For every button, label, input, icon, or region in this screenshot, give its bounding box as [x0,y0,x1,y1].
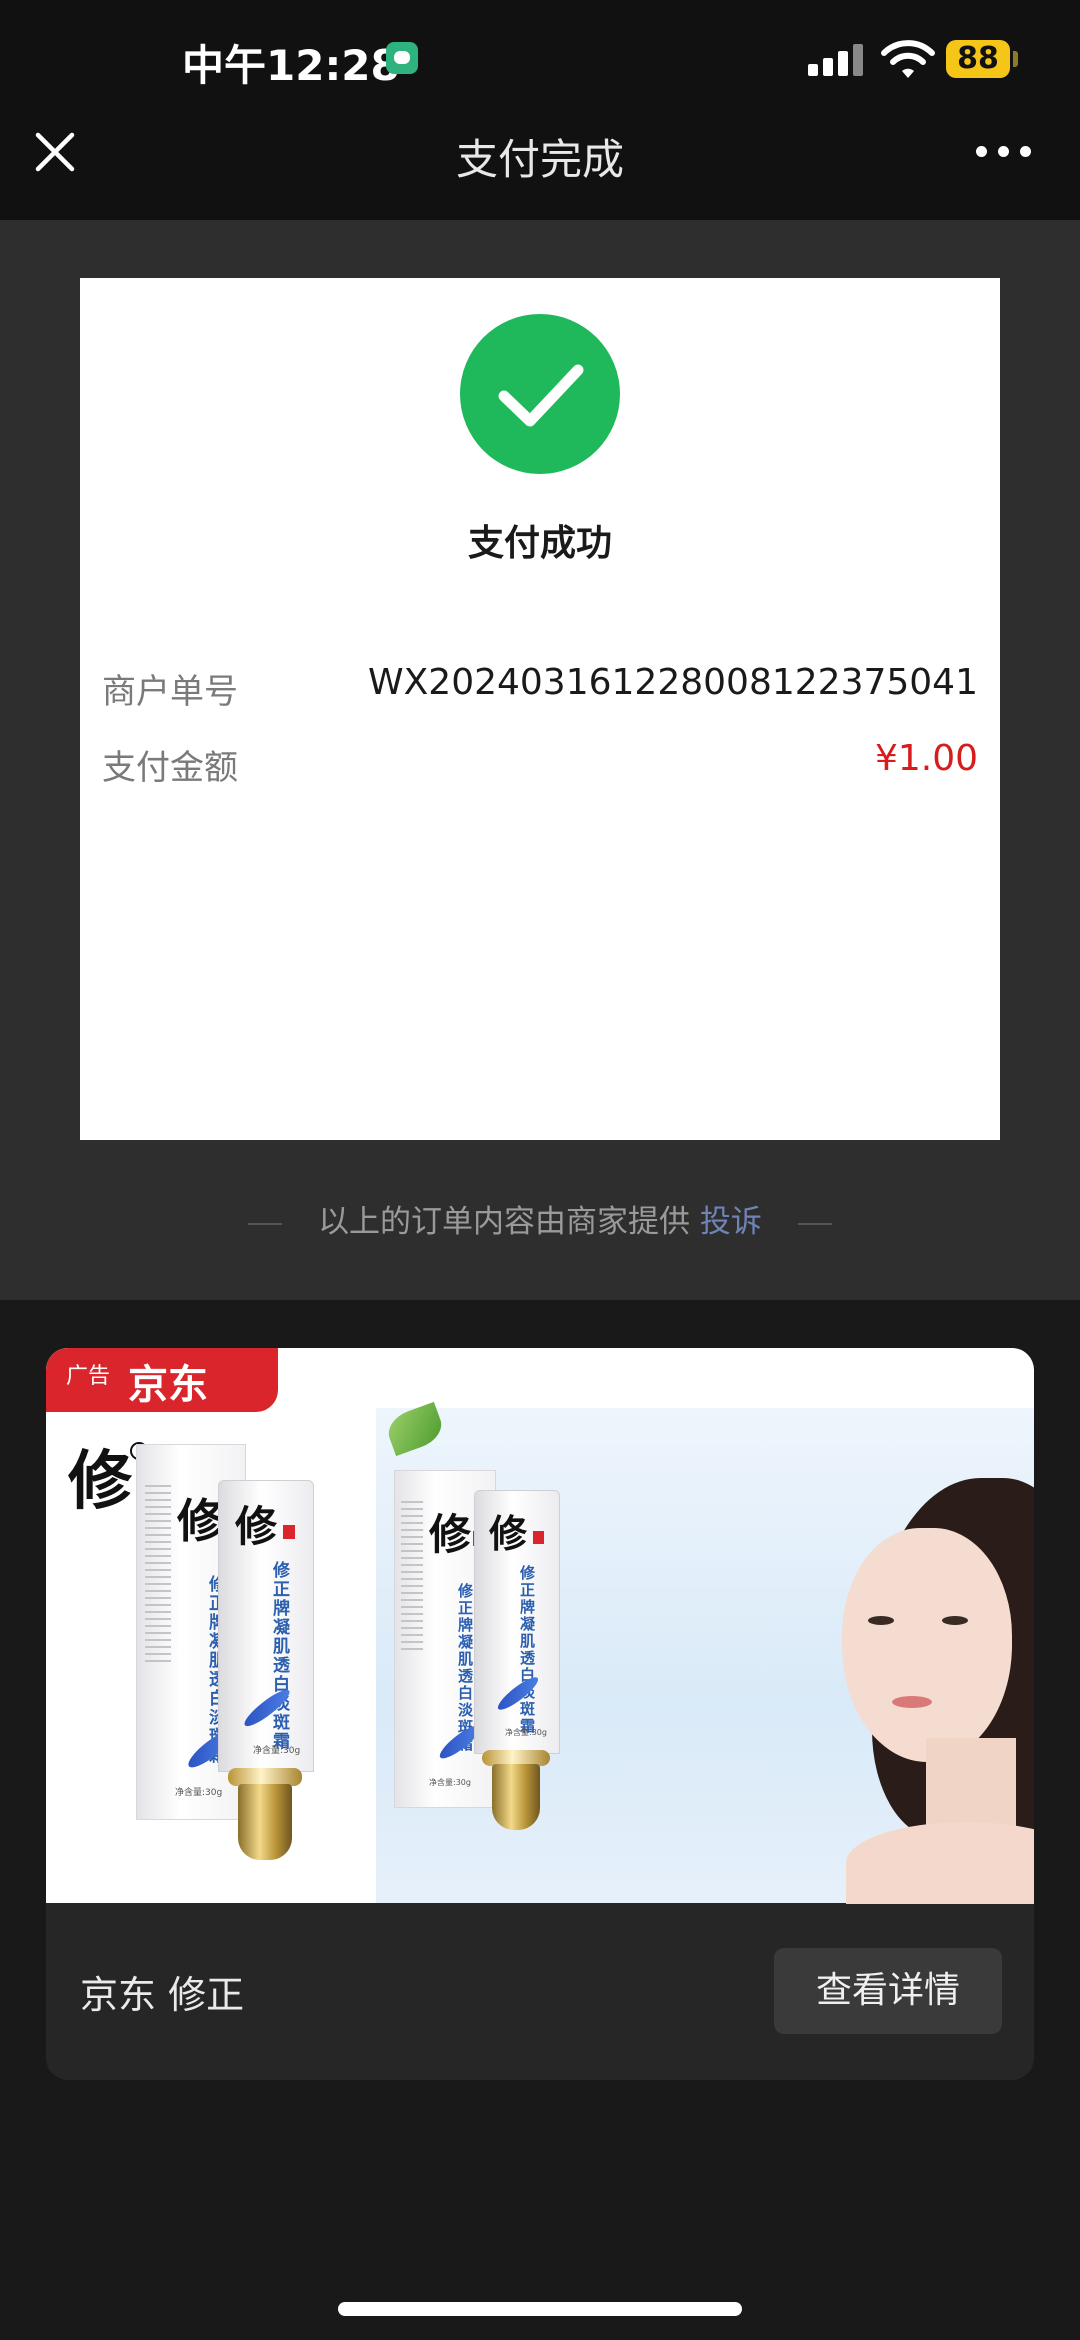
ad-card[interactable]: 修 修 修正牌凝肌透白淡斑霜 净含量:30g 修 修正牌凝肌透白淡斑霜 净含量:… [46,1348,1034,2080]
box-logo: 修 [177,1494,223,1548]
box-logo: 修 [429,1510,472,1559]
tube-net-weight: 净含量:30g [253,1746,301,1756]
wechat-notification-icon [386,42,418,74]
more-icon[interactable] [976,140,1032,164]
ad-label: 广告 [66,1364,111,1389]
tube-net-weight: 净含量:30g [505,1728,547,1737]
payment-status: 支付成功 [467,523,612,564]
tube-cap [492,1764,540,1830]
tube-product-name: 修正牌凝肌透白淡斑霜 [269,1561,289,1751]
ad-brand: 京东 [128,1362,208,1408]
status-time: 中午12:28 [182,41,400,90]
cellular-signal-icon [808,44,864,76]
tube-stamp [533,1531,544,1544]
success-icon [460,314,620,474]
footnote-text: 以上的订单内容由商家提供 [318,1204,691,1240]
divider [797,1222,832,1225]
ad-title: 京东 修正 [80,1973,245,2017]
product-tube: 修 修正牌凝肌透白淡斑霜 净含量:30g [474,1490,560,1754]
ad-image[interactable]: 修 修 修正牌凝肌透白淡斑霜 净含量:30g 修 修正牌凝肌透白淡斑霜 净含量:… [46,1348,1034,1904]
ad-badge: 广告 京东 [46,1348,278,1412]
model-lips [892,1696,932,1708]
tube-product-name: 修正牌凝肌透白淡斑霜 [518,1565,536,1735]
model-eye [868,1616,894,1625]
tube-stamp [283,1525,295,1539]
tube-logo: 修 [235,1502,278,1551]
page-title: 支付完成 [455,135,624,184]
order-number-value: WX20240316122800812237504​1 [368,662,978,703]
complain-link[interactable]: 投诉 [700,1204,762,1240]
order-number-label: 商户单号 [102,672,238,712]
amount-value: ¥1.00 [874,738,978,779]
brand-logo: 修 [68,1444,132,1519]
serrated-edge [0,1276,1080,1289]
battery-icon: 88 [946,40,1010,78]
model-eye [942,1616,968,1625]
divider [248,1222,283,1225]
wifi-icon [881,40,935,78]
amount-label: 支付金额 [102,748,238,788]
view-details-button[interactable]: 查看详情 [774,1948,1002,2034]
home-indicator[interactable] [338,2302,742,2316]
battery-tip [1013,51,1018,67]
tube-logo: 修 [489,1511,528,1556]
box-fine-print [401,1501,423,1651]
box-net-weight: 净含量:30g [429,1778,471,1787]
merchant-footnote: 以上的订单内容由商家提供 投诉 [0,1196,1080,1241]
model-face [842,1528,1012,1762]
tube-cap [238,1784,292,1860]
box-fine-print [145,1485,171,1665]
box-net-weight: 净含量:30g [175,1788,223,1798]
product-tube: 修 修正牌凝肌透白淡斑霜 净含量:30g [218,1480,314,1772]
